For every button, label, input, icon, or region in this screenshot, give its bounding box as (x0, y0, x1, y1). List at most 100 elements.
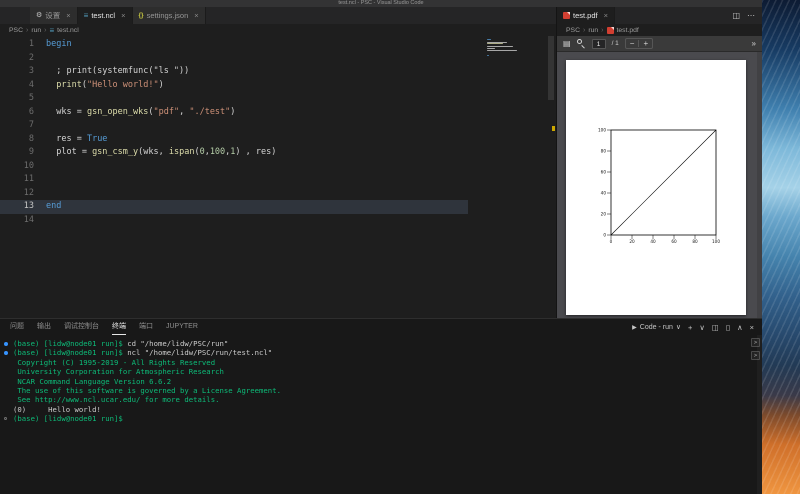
code-line[interactable]: 13 end (0, 200, 556, 214)
code-line[interactable]: 12 (0, 187, 556, 201)
code-line[interactable]: 14 (0, 214, 556, 228)
panel-tab-terminal[interactable]: 终端 (112, 319, 126, 335)
line-number[interactable]: 12 (0, 187, 34, 201)
tab-label: test.pdf (573, 11, 598, 20)
y-tick-label: 0 (603, 233, 606, 238)
zoom-in-button[interactable]: + (639, 39, 652, 48)
command-decoration-icon[interactable] (4, 416, 7, 420)
code-line[interactable]: 4 print("Hello world!") (0, 79, 556, 93)
terminal-line: (0) Hello world! (13, 404, 101, 414)
editor-group-right: test.pdf × ◫ ⋯ PSC › run › test.pdf ▤ 1 (556, 7, 762, 318)
close-panel-icon[interactable]: × (750, 323, 754, 332)
minimap-line (487, 43, 504, 45)
breadcrumb-item[interactable]: PSC (566, 27, 580, 34)
close-icon[interactable]: × (66, 12, 70, 20)
sidebar-toggle-icon[interactable]: ▤ (563, 39, 571, 48)
code-line[interactable]: 3 ; print(systemfunc("ls ")) (0, 65, 556, 79)
maximize-panel-icon[interactable]: ∧ (737, 323, 743, 332)
terminal-line: NCAR Command Language Version 6.6.2 (13, 376, 172, 386)
terminal[interactable]: (base) [lidw@node01 run]$ cd "/home/lidw… (0, 335, 748, 494)
terminal-line: Copyright (C) 1995-2019 - All Rights Res… (13, 357, 216, 367)
line-number[interactable]: 13 (0, 200, 34, 214)
code-text: res = True (46, 133, 108, 144)
new-terminal-button[interactable]: + (688, 323, 692, 332)
breadcrumb-item[interactable]: run (588, 27, 598, 34)
code-text: plot = gsn_csm_y(wks, ispan(0,100,1) , r… (46, 147, 277, 157)
line-number[interactable]: 6 (0, 106, 34, 120)
editor-lines: 1 begin 2 3 ; print(systemfunc("ls ")) 4 pri… (0, 38, 556, 227)
gear-icon: ⚙ (36, 12, 43, 19)
line-number[interactable]: 14 (0, 214, 34, 228)
line-number[interactable]: 7 (0, 119, 34, 133)
json-icon: {} (138, 12, 144, 19)
code-line[interactable]: 10 (0, 160, 556, 174)
x-tick-label: 40 (650, 239, 656, 244)
code-line[interactable]: 1 begin (0, 38, 556, 52)
breadcrumb-item[interactable]: test.ncl (57, 27, 79, 34)
pdf-toolbar: ▤ 1 / 1 − + » (557, 36, 762, 52)
x-tick-label: 80 (692, 239, 698, 244)
kill-terminal-icon[interactable]: ▯ (726, 323, 730, 332)
tab-settings[interactable]: ⚙ 设置 × (30, 7, 78, 24)
code-editor[interactable]: 1 begin 2 3 ; print(systemfunc("ls ")) 4 pri… (0, 36, 556, 318)
tab-bar-left: ⚙ 设置 × ≡ test.ncl × {} settings.json × (0, 7, 556, 24)
breadcrumb-item[interactable]: run (31, 27, 41, 34)
terminal-dropdown-icon[interactable]: ∨ (699, 323, 705, 332)
line-number[interactable]: 9 (0, 146, 34, 160)
line-number[interactable]: 3 (0, 65, 34, 79)
line-number[interactable]: 4 (0, 79, 34, 93)
tab-test-ncl[interactable]: ≡ test.ncl × (77, 7, 133, 24)
tab-label: 设置 (45, 11, 61, 20)
tab-label: settings.json (146, 11, 189, 20)
panel-tab-output[interactable]: 输出 (37, 319, 51, 335)
tab-bar-right: test.pdf × ◫ ⋯ (557, 7, 762, 24)
minimap[interactable] (487, 39, 521, 58)
line-number[interactable]: 11 (0, 173, 34, 187)
line-number[interactable]: 10 (0, 160, 34, 174)
code-text: print("Hello world!") (56, 79, 164, 90)
scrollbar-thumb[interactable] (548, 36, 554, 100)
line-number[interactable]: 2 (0, 52, 34, 66)
run-config-selector[interactable]: ▶ Code - run ∨ (632, 323, 681, 332)
page-number-input[interactable]: 1 (591, 38, 606, 49)
close-icon[interactable]: × (121, 12, 125, 20)
toolbar-overflow-button[interactable]: » (752, 39, 756, 48)
terminal-line: The use of this software is governed by … (13, 385, 281, 395)
command-decoration-icon[interactable] (4, 341, 8, 346)
pdf-viewer[interactable]: 0 20 40 60 80 100 0 20 40 60 80 100 (557, 52, 762, 318)
line-number[interactable]: 8 (0, 133, 34, 147)
code-line[interactable]: 2 (0, 52, 556, 66)
y-tick-label: 60 (601, 170, 607, 175)
code-text: wks = gsn_open_wks("pdf", "./test") (46, 106, 236, 117)
close-icon[interactable]: × (194, 12, 198, 20)
terminal-line: (base) [lidw@node01 run]$ cd "/home/lidw… (4, 339, 748, 348)
search-icon[interactable] (576, 39, 586, 48)
editor-scrollbar[interactable] (546, 36, 556, 318)
panel-tabs: 问题 输出 调试控制台 终端 端口 JUPYTER (0, 319, 198, 335)
close-icon[interactable]: × (604, 12, 608, 20)
code-line[interactable]: 9 plot = gsn_csm_y(wks, ispan(0,100,1) ,… (0, 146, 556, 160)
panel-tab-problems[interactable]: 问题 (10, 319, 24, 335)
code-line[interactable]: 7 (0, 119, 556, 133)
split-editor-icon[interactable]: ◫ (732, 11, 740, 20)
y-tick-label: 80 (601, 149, 607, 154)
line-number[interactable]: 5 (0, 92, 34, 106)
more-actions-icon[interactable]: ⋯ (747, 11, 755, 20)
tab-test-pdf[interactable]: test.pdf × (557, 7, 615, 24)
code-line[interactable]: 6 wks = gsn_open_wks("pdf", "./test") (0, 106, 556, 120)
panel-tab-ports[interactable]: 端口 (139, 319, 153, 335)
breadcrumb-item[interactable]: test.pdf (617, 27, 639, 34)
minimap-line (487, 45, 513, 47)
code-line[interactable]: 8 res = True (0, 133, 556, 147)
zoom-out-button[interactable]: − (626, 39, 639, 48)
panel-tab-debug-console[interactable]: 调试控制台 (64, 319, 99, 335)
split-terminal-icon[interactable]: ◫ (712, 323, 719, 332)
tab-settings-json[interactable]: {} settings.json × (132, 7, 206, 24)
breadcrumb-item[interactable]: PSC (9, 27, 23, 34)
code-line[interactable]: 5 (0, 92, 556, 106)
command-decoration-icon[interactable] (4, 350, 8, 355)
line-number[interactable]: 1 (0, 38, 34, 52)
code-line[interactable]: 11 (0, 173, 556, 187)
terminal-output: (base) [lidw@node01 run]$ cd "/home/lidw… (4, 339, 748, 424)
panel-tab-jupyter[interactable]: JUPYTER (166, 319, 198, 335)
